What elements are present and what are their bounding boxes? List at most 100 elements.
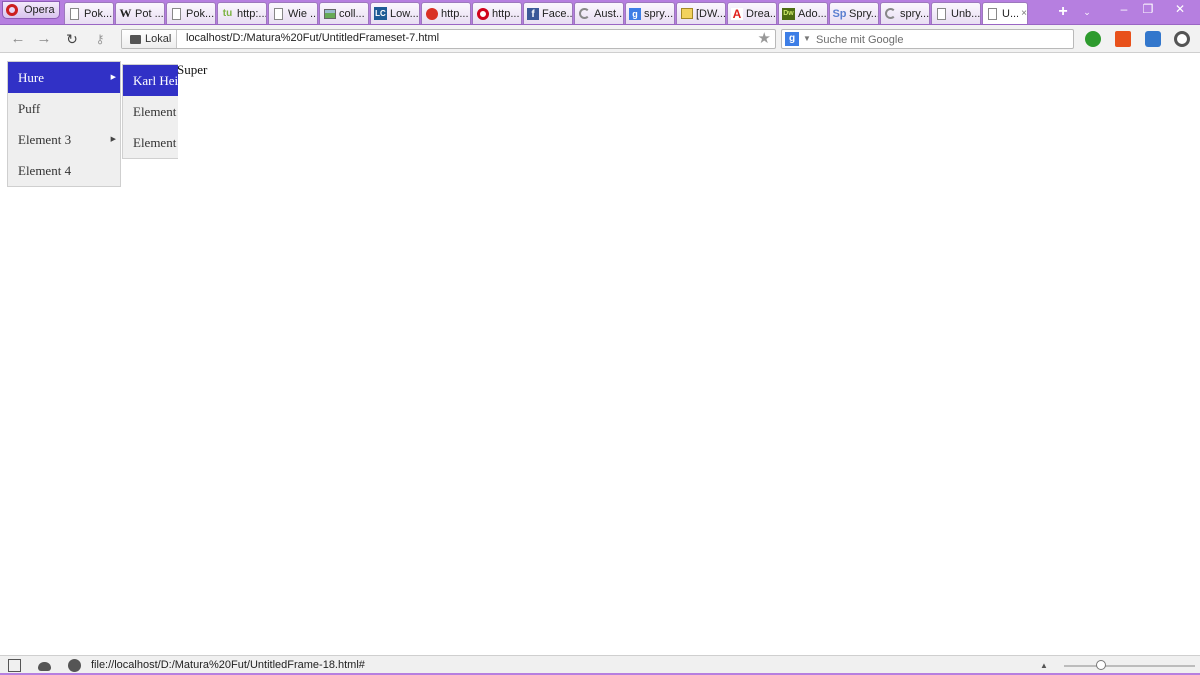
tab-label: spry...	[900, 7, 929, 20]
tab-label: Pok...	[84, 7, 113, 20]
submenu-arrow-icon: ▶	[110, 135, 116, 143]
tab[interactable]: Dw Ado...	[778, 2, 828, 24]
menu-item-label: Puff	[18, 101, 41, 116]
maximize-button[interactable]: ❐	[1136, 2, 1160, 18]
extension-red-icon[interactable]	[1115, 31, 1131, 47]
tab-label: Pok...	[186, 7, 215, 20]
panel-toggle-icon[interactable]	[8, 659, 21, 672]
new-tab-button[interactable]: +	[1052, 3, 1074, 21]
opera-logo-icon	[6, 4, 18, 16]
page-content: Hure ▶ Puff Element 3 ▶ Element 4 Karl H…	[0, 54, 1200, 655]
close-tab-icon[interactable]: ×	[1021, 8, 1027, 19]
status-url-text: file://localhost/D:/Matura%20Fut/Untitle…	[91, 659, 365, 671]
computer-icon	[130, 34, 141, 44]
forward-button[interactable]: →	[35, 30, 53, 48]
key-icon[interactable]: ⚷	[91, 30, 109, 48]
menu-item-element-4[interactable]: Element 4	[8, 155, 120, 186]
tab-label: http:...	[237, 7, 266, 20]
tab-active[interactable]: U... ×	[982, 2, 1028, 24]
tab[interactable]: Pok...	[166, 2, 216, 24]
lc-icon: LC	[374, 7, 387, 20]
tab[interactable]: Wie ...	[268, 2, 318, 24]
turbo-cloud-icon[interactable]	[38, 662, 51, 671]
zoom-toggle-icon[interactable]: ▲	[1040, 659, 1048, 672]
tab[interactable]: coll...	[319, 2, 369, 24]
tab-strip: Pok... W Pot ... Pok... tu http:... Wie …	[64, 2, 1029, 25]
opera-menu-button[interactable]: Opera	[2, 1, 60, 19]
tab-label: http...	[441, 7, 469, 20]
reload-button[interactable]: ↻	[63, 30, 81, 48]
search-input[interactable]	[816, 32, 1066, 47]
google-search-icon[interactable]: g	[785, 32, 799, 46]
tab[interactable]: http...	[472, 2, 522, 24]
tab-label: Aust...	[594, 7, 623, 20]
tab[interactable]: LC Low...	[370, 2, 420, 24]
tab[interactable]: g spry...	[625, 2, 675, 24]
tab[interactable]: tu http:...	[217, 2, 267, 24]
search-field[interactable]: g ▼	[781, 29, 1074, 49]
tab[interactable]: Aust...	[574, 2, 624, 24]
address-field[interactable]: Lokal localhost/D:/Matura%20Fut/Untitled…	[121, 29, 776, 49]
tab[interactable]: A Drea...	[727, 2, 777, 24]
tab[interactable]: [DW...	[676, 2, 726, 24]
tab-label: spry...	[644, 7, 674, 20]
back-button[interactable]: ←	[9, 30, 27, 48]
page-icon	[68, 7, 81, 20]
submenu: Karl Heinz Element Element	[122, 64, 178, 159]
tab-label: http...	[492, 7, 520, 20]
tab-label: Low...	[390, 7, 419, 20]
page-icon	[170, 7, 183, 20]
opera-menu-label: Opera	[24, 4, 55, 16]
google-icon: g	[629, 7, 641, 20]
loading-icon	[884, 7, 897, 20]
adobe-icon: A	[731, 6, 743, 21]
menu-item-puff[interactable]: Puff	[8, 93, 120, 124]
zoom-slider-handle[interactable]	[1096, 660, 1106, 670]
extension-green-icon[interactable]	[1085, 31, 1101, 47]
extension-blue-icon[interactable]	[1145, 31, 1161, 47]
tab-label: Face...	[542, 7, 572, 20]
menu-item-element-3[interactable]: Element 3 ▶	[8, 124, 120, 155]
tab-label: coll...	[339, 7, 365, 20]
menu-item-hure[interactable]: Hure ▶	[8, 62, 120, 93]
page-icon	[272, 7, 285, 20]
tab-label: Ado...	[798, 7, 827, 20]
submenu-item-karl-heinz[interactable]: Karl Heinz	[123, 65, 178, 96]
status-bar: file://localhost/D:/Matura%20Fut/Untitle…	[0, 655, 1200, 675]
opera-settings-icon[interactable]	[1174, 31, 1190, 47]
bookmark-star-icon[interactable]: ★	[758, 30, 771, 48]
zoom-slider-track[interactable]	[1064, 665, 1195, 667]
vivaldi-icon	[425, 7, 438, 20]
tab-label: U...	[1002, 7, 1019, 20]
tab-list-button[interactable]: ⌄	[1080, 4, 1094, 20]
tab-label: Pot ...	[135, 7, 164, 20]
search-engine-dropdown-icon[interactable]: ▼	[803, 32, 811, 46]
tab-label: Wie ...	[288, 7, 317, 20]
submenu-item-element[interactable]: Element	[123, 96, 178, 127]
site-info-badge[interactable]: Lokal	[122, 30, 177, 48]
tab-label: Unb...	[951, 7, 980, 20]
tab-label: Spry...	[849, 7, 878, 20]
close-window-button[interactable]: ✕	[1162, 2, 1198, 18]
tab[interactable]: Pok...	[64, 2, 114, 24]
site-info-label: Lokal	[145, 33, 172, 45]
tab[interactable]: Sp Spry...	[829, 2, 879, 24]
spry-icon: Sp	[832, 7, 847, 20]
target-icon	[476, 7, 489, 20]
spry-menu-bar: Hure ▶ Puff Element 3 ▶ Element 4 Karl H…	[7, 61, 178, 187]
tu-icon: tu	[222, 8, 233, 19]
tab[interactable]: spry...	[880, 2, 930, 24]
url-text[interactable]: localhost/D:/Matura%20Fut/UntitledFrames…	[186, 32, 439, 44]
facebook-icon: f	[527, 7, 539, 20]
page-text: Super	[177, 62, 208, 77]
speed-dial-icon[interactable]	[68, 659, 81, 672]
tab[interactable]: W Pot ...	[115, 2, 165, 24]
minimize-button[interactable]: –	[1112, 2, 1136, 18]
tab[interactable]: http...	[421, 2, 471, 24]
submenu-item-element[interactable]: Element	[123, 127, 178, 158]
tab[interactable]: Unb...	[931, 2, 981, 24]
tab[interactable]: f Face...	[523, 2, 573, 24]
address-toolbar: ← → ↻ ⚷ Lokal localhost/D:/Matura%20Fut/…	[0, 25, 1200, 74]
page-icon	[935, 7, 948, 20]
menu-item-label: Element 4	[18, 163, 72, 178]
